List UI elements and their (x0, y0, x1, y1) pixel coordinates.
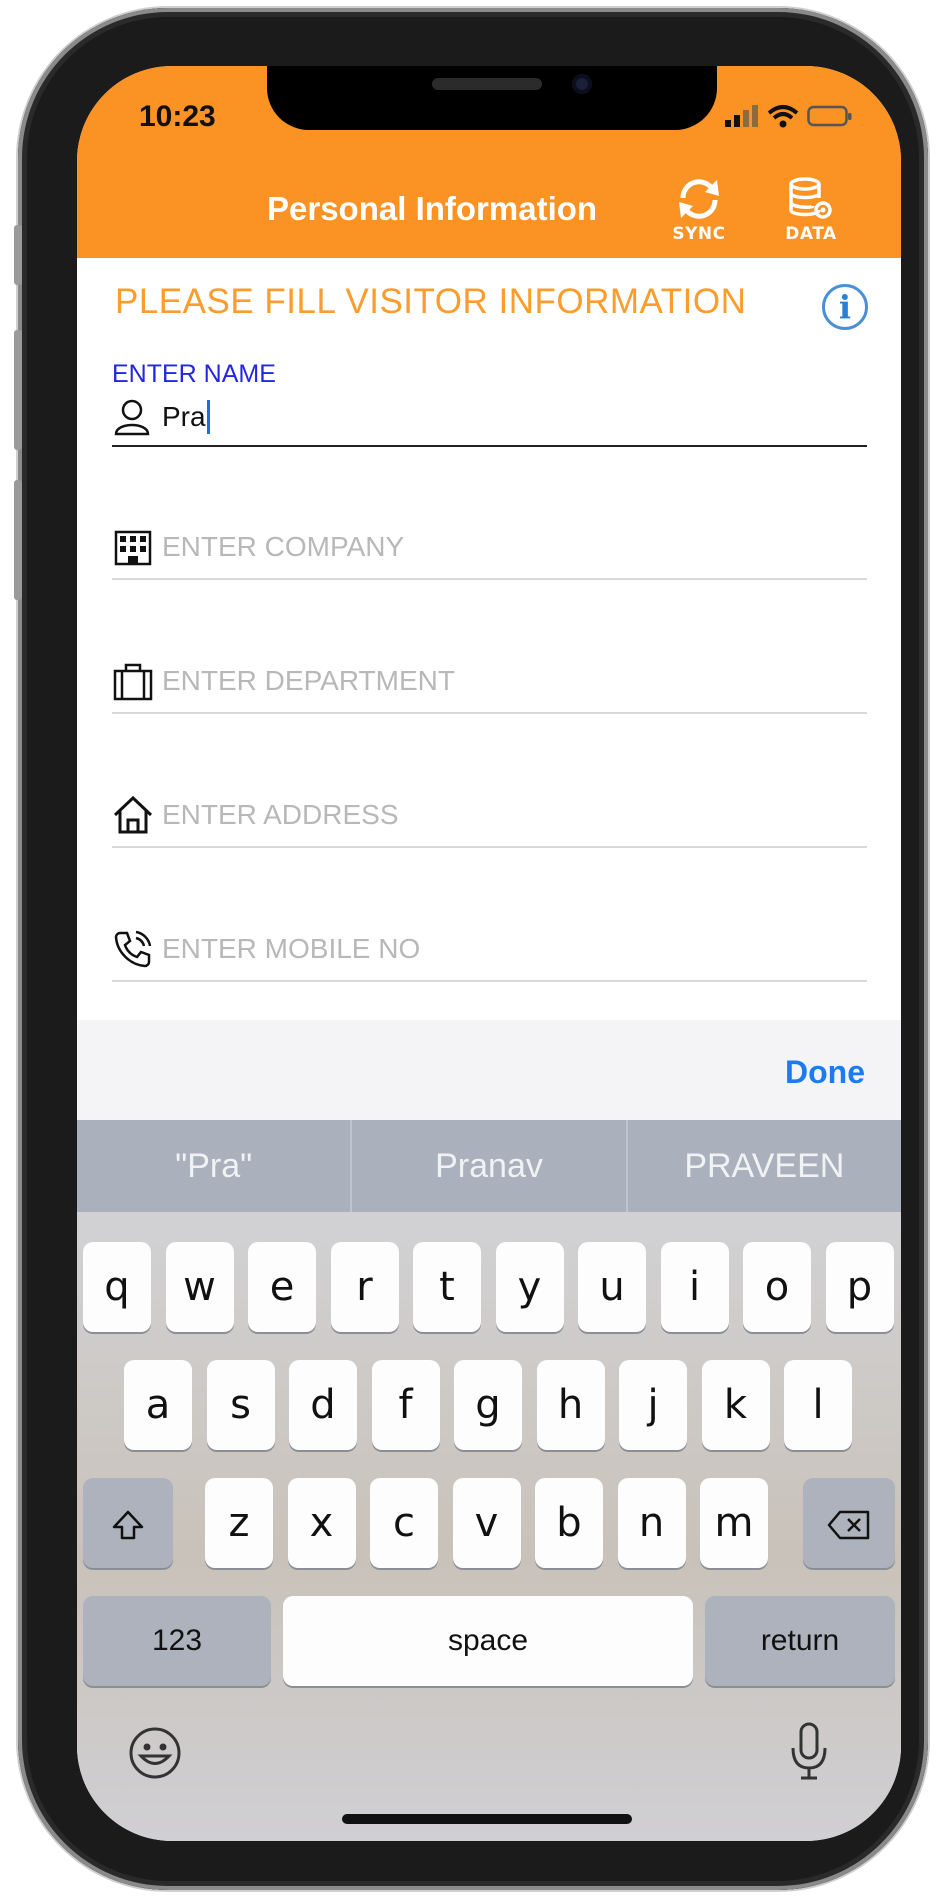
building-icon (114, 530, 152, 566)
person-icon (114, 399, 150, 436)
sync-button[interactable]: SYNC (659, 176, 739, 256)
key-f[interactable]: f (371, 1360, 440, 1450)
speaker-grille (432, 78, 542, 90)
info-icon: i (838, 288, 852, 326)
key-s[interactable]: s (206, 1360, 275, 1450)
page-title: Personal Information (267, 190, 598, 227)
company-field (112, 522, 867, 580)
key-g[interactable]: g (454, 1360, 522, 1450)
address-input[interactable] (162, 799, 867, 831)
key-p[interactable]: p (825, 1242, 894, 1332)
briefcase-icon (113, 663, 153, 701)
address-field (112, 790, 867, 848)
key-x[interactable]: x (287, 1478, 356, 1568)
notch (267, 66, 717, 130)
suggestion-item[interactable]: Pranav (350, 1120, 625, 1212)
sync-label: SYNC (672, 224, 726, 244)
suggestion-item[interactable]: "Pra" (77, 1120, 350, 1212)
return-key[interactable]: return (705, 1596, 895, 1686)
emoji-icon[interactable] (127, 1725, 183, 1781)
name-field-label: ENTER NAME (112, 360, 276, 388)
name-input[interactable]: Pra (162, 401, 206, 433)
shift-key[interactable] (83, 1478, 173, 1568)
battery-icon (807, 105, 852, 127)
department-field (112, 656, 867, 714)
keyboard: "Pra" Pranav PRAVEEN qwertyuiop asdfghjkl… (77, 1120, 901, 1841)
address-underline (112, 846, 867, 848)
backspace-key[interactable] (803, 1478, 895, 1568)
text-cursor (206, 400, 210, 434)
data-button[interactable]: DATA (771, 176, 851, 256)
numbers-key[interactable]: 123 (83, 1596, 271, 1686)
mobile-field (112, 924, 867, 982)
phone-call-icon (114, 930, 152, 968)
microphone-icon[interactable] (787, 1720, 831, 1784)
key-v[interactable]: v (452, 1478, 521, 1568)
key-b[interactable]: b (535, 1478, 603, 1568)
company-input[interactable] (162, 531, 867, 563)
front-camera (572, 74, 592, 94)
sync-icon (679, 179, 719, 219)
status-icons (725, 104, 853, 128)
mobile-input[interactable] (162, 933, 867, 965)
key-n[interactable]: n (617, 1478, 686, 1568)
key-y[interactable]: y (495, 1242, 564, 1332)
volume-up-button (14, 330, 22, 450)
key-d[interactable]: d (289, 1360, 357, 1450)
key-u[interactable]: u (578, 1242, 646, 1332)
department-underline (112, 712, 867, 714)
done-button[interactable]: Done (785, 1054, 865, 1091)
key-r[interactable]: r (330, 1242, 399, 1332)
key-l[interactable]: l (784, 1360, 852, 1450)
data-label: DATA (785, 224, 837, 244)
volume-down-button (14, 480, 22, 600)
key-i[interactable]: i (660, 1242, 729, 1332)
name-underline (112, 445, 867, 447)
name-field: ENTER NAME Pra (112, 360, 867, 447)
cellular-signal-icon (725, 105, 758, 127)
database-settings-icon (789, 177, 832, 219)
shift-icon (112, 1510, 144, 1540)
mobile-underline (112, 980, 867, 982)
keyboard-accessory-bar: Done (77, 1020, 901, 1120)
suggestion-item[interactable]: PRAVEEN (625, 1120, 901, 1212)
key-k[interactable]: k (701, 1360, 770, 1450)
status-time: 10:23 (139, 100, 216, 133)
company-underline (112, 578, 867, 580)
info-button[interactable]: i (822, 284, 868, 330)
key-q[interactable]: q (83, 1242, 151, 1332)
space-key[interactable]: space (283, 1596, 693, 1686)
wifi-icon (767, 105, 799, 128)
key-h[interactable]: h (536, 1360, 605, 1450)
key-c[interactable]: c (370, 1478, 438, 1568)
backspace-icon (827, 1510, 870, 1540)
key-a[interactable]: a (124, 1360, 192, 1450)
mute-switch (14, 225, 22, 285)
suggestion-bar: "Pra" Pranav PRAVEEN (77, 1120, 901, 1212)
key-o[interactable]: o (743, 1242, 811, 1332)
key-e[interactable]: e (248, 1242, 316, 1332)
key-t[interactable]: t (413, 1242, 481, 1332)
screen: Personal Information SYNC DATA 10:23 PLE… (77, 66, 901, 1841)
department-input[interactable] (162, 665, 867, 697)
key-j[interactable]: j (619, 1360, 687, 1450)
key-w[interactable]: w (165, 1242, 234, 1332)
key-z[interactable]: z (205, 1478, 273, 1568)
key-m[interactable]: m (700, 1478, 768, 1568)
form-heading: PLEASE FILL VISITOR INFORMATION (115, 282, 747, 321)
home-indicator (342, 1814, 632, 1824)
home-icon (113, 795, 153, 834)
